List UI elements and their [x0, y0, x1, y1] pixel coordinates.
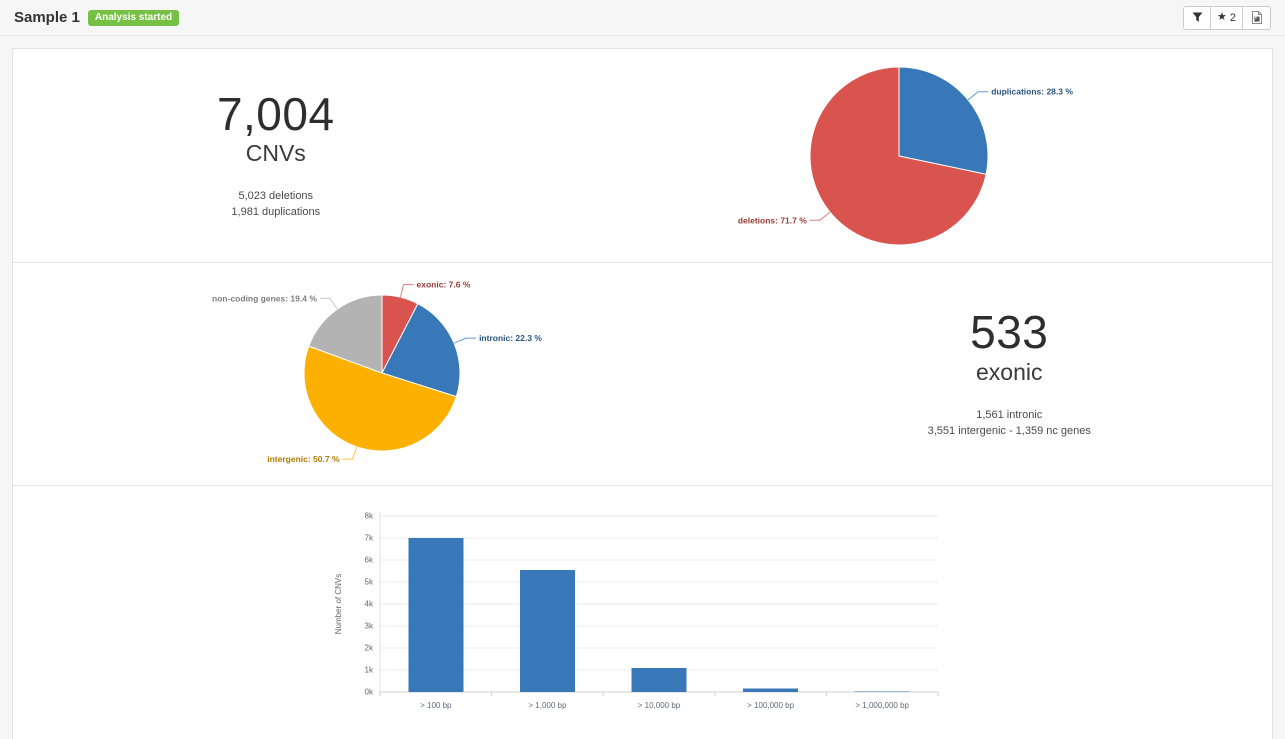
x-tick-label: > 10,000 bp — [637, 701, 680, 710]
pie-label-line — [968, 91, 988, 99]
y-tick-label: 0k — [364, 688, 373, 697]
favorites-count: 2 — [1230, 12, 1236, 24]
pie-label-line — [320, 298, 337, 309]
cnv-location-pie-chart: exonic: 7.6 % intronic: 22.3 % intergenic:… — [182, 266, 582, 483]
cnv-count-label: CNVs — [217, 140, 335, 167]
filter-icon — [1192, 12, 1203, 23]
y-tick-label: 2k — [364, 644, 373, 653]
filter-button[interactable] — [1183, 6, 1211, 30]
exonic-count-label: exonic — [928, 359, 1091, 386]
x-tick-label: > 100 bp — [420, 701, 452, 710]
report-button[interactable] — [1243, 6, 1271, 30]
y-tick-label: 6k — [364, 556, 373, 565]
cnv-location-section: exonic: 7.6 % intronic: 22.3 % intergenic:… — [13, 263, 1272, 486]
star-icon: ★ — [1217, 12, 1227, 23]
x-tick-label: > 100,000 bp — [747, 701, 794, 710]
pie-label-line — [454, 338, 476, 343]
cnv-total-summary: 7,004 CNVs 5,023 deletions 1,981 duplica… — [217, 90, 335, 221]
pie-label-line — [342, 446, 356, 458]
top-bar: Sample 1 Analysis started ★ 2 — [0, 0, 1285, 36]
x-tick-label: > 1,000,000 bp — [855, 701, 909, 710]
pie-slice-label: intergenic: 50.7 % — [267, 454, 340, 464]
y-tick-label: 4k — [364, 600, 373, 609]
pie-label-line — [810, 212, 830, 220]
y-tick-label: 5k — [364, 578, 373, 587]
x-tick-label: > 1,000 bp — [528, 701, 567, 710]
intergenic-ncgenes-count-text: 3,551 intergenic - 1,359 nc genes — [928, 424, 1091, 440]
cnv-type-pie-chart: duplications: 28.3 % deletions: 71.7 % — [669, 56, 1129, 256]
y-tick-label: 3k — [364, 622, 373, 631]
status-badge: Analysis started — [88, 10, 179, 26]
toolbar-button-group: ★ 2 — [1183, 6, 1271, 30]
y-axis-title: Number of CNVs — [334, 574, 343, 634]
duplications-count-text: 1,981 duplications — [217, 205, 335, 221]
cnv-size-section: 0k 1k 2k 3k 4k 5k 6k 7k 8k > 100 bp > 1,000 bp > 10… — [13, 486, 1272, 738]
deletions-count-text: 5,023 deletions — [217, 189, 335, 205]
pie-slice-label: intronic: 22.3 % — [479, 333, 542, 343]
cnv-overview-section: 7,004 CNVs 5,023 deletions 1,981 duplica… — [13, 49, 1272, 263]
bar--10-000-bp[interactable] — [631, 668, 686, 692]
y-tick-label: 8k — [364, 512, 373, 521]
exonic-count: 533 — [928, 308, 1091, 356]
y-tick-label: 7k — [364, 534, 373, 543]
page-title: Sample 1 — [14, 9, 80, 26]
bar--100-000-bp[interactable] — [743, 688, 798, 692]
pie-slice-label: duplications: 28.3 % — [991, 86, 1073, 96]
pie-slice-duplications[interactable] — [899, 67, 988, 174]
bar--100-bp[interactable] — [408, 538, 463, 692]
exonic-summary: 533 exonic 1,561 intronic 3,551 intergen… — [928, 308, 1091, 439]
cnv-size-bar-chart: 0k 1k 2k 3k 4k 5k 6k 7k 8k > 100 bp > 1,000 bp > 10… — [328, 506, 958, 728]
pie-slice-label: deletions: 71.7 % — [738, 215, 807, 225]
report-file-icon — [1251, 11, 1263, 24]
intronic-count-text: 1,561 intronic — [928, 408, 1091, 424]
y-tick-label: 1k — [364, 666, 373, 675]
analysis-summary-card: 7,004 CNVs 5,023 deletions 1,981 duplica… — [12, 48, 1273, 739]
favorites-button[interactable]: ★ 2 — [1211, 6, 1243, 30]
bar--1-000-000-bp[interactable] — [854, 691, 909, 692]
pie-label-line — [400, 284, 413, 297]
pie-slice-label: non-coding genes: 19.4 % — [212, 293, 317, 303]
cnv-count: 7,004 — [217, 90, 335, 138]
pie-slice-label: exonic: 7.6 % — [416, 279, 470, 289]
bar--1-000-bp[interactable] — [519, 570, 574, 692]
